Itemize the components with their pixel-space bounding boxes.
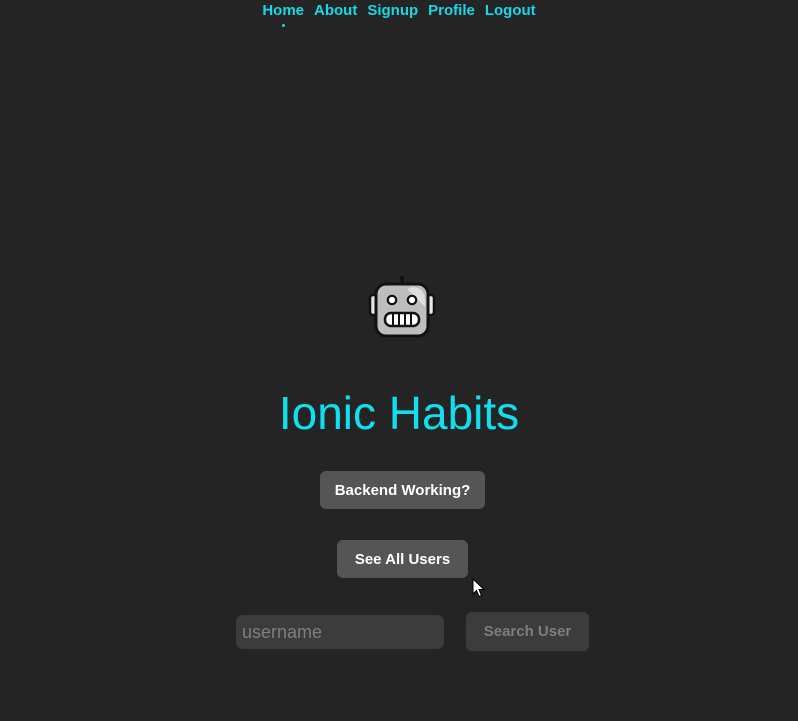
nav-profile-link[interactable]: Profile <box>428 2 475 20</box>
nav-logout-link[interactable]: Logout <box>485 2 536 20</box>
search-user-button[interactable]: Search User <box>466 612 589 651</box>
mouse-cursor-icon <box>472 578 486 598</box>
nav-about-link[interactable]: About <box>314 2 357 20</box>
backend-working-button[interactable]: Backend Working? <box>320 471 485 509</box>
username-input[interactable] <box>236 615 444 649</box>
nav-signup-link[interactable]: Signup <box>367 2 418 20</box>
robot-icon <box>368 275 436 338</box>
top-nav: Home About Signup Profile Logout <box>0 2 798 27</box>
page-title: Ionic Habits <box>278 387 520 439</box>
see-all-users-button[interactable]: See All Users <box>337 540 468 578</box>
nav-home-link[interactable]: Home <box>262 2 304 27</box>
page: Home About Signup Profile Logout Ionic H… <box>0 0 798 721</box>
